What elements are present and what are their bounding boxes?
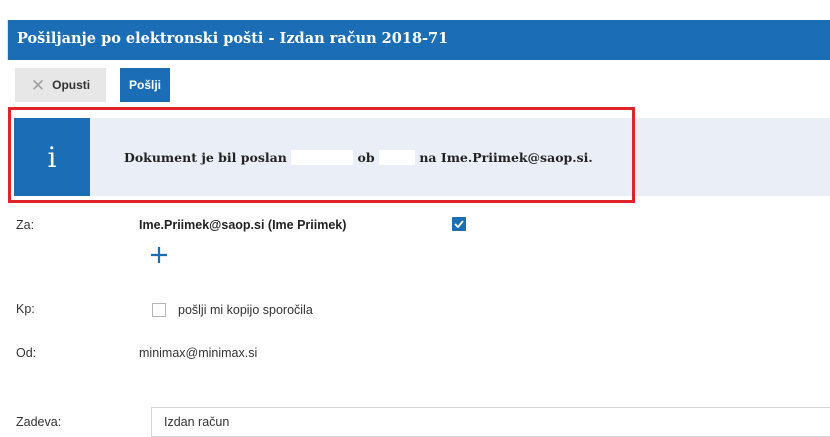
- from-email: minimax@minimax.si: [139, 346, 258, 360]
- checkmark-icon: [454, 220, 464, 228]
- add-recipient-button[interactable]: [150, 245, 168, 269]
- dialog-title-bar: Pošiljanje po elektronski pošti - Izdan …: [7, 20, 830, 60]
- highlight-frame: [8, 107, 635, 203]
- cc-label: Kp:: [16, 302, 35, 316]
- send-button-label: Pošlji: [128, 78, 161, 92]
- to-label: Za:: [16, 218, 35, 232]
- recipient-checkbox[interactable]: [452, 217, 466, 231]
- plus-icon: [151, 247, 167, 263]
- send-copy-label: pošlji mi kopijo sporočila: [178, 303, 313, 317]
- send-copy-checkbox[interactable]: [152, 303, 166, 317]
- send-button[interactable]: Pošlji: [120, 68, 170, 102]
- from-label: Od:: [16, 346, 37, 360]
- recipient-email: Ime.Priimek@saop.si (Ime Priimek): [139, 218, 347, 232]
- close-icon: ✕: [30, 75, 46, 95]
- subject-label: Zadeva:: [16, 415, 62, 429]
- cancel-button[interactable]: ✕ Opusti: [15, 68, 106, 102]
- dialog-title: Pošiljanje po elektronski pošti - Izdan …: [17, 30, 449, 47]
- cancel-button-label: Opusti: [52, 78, 91, 92]
